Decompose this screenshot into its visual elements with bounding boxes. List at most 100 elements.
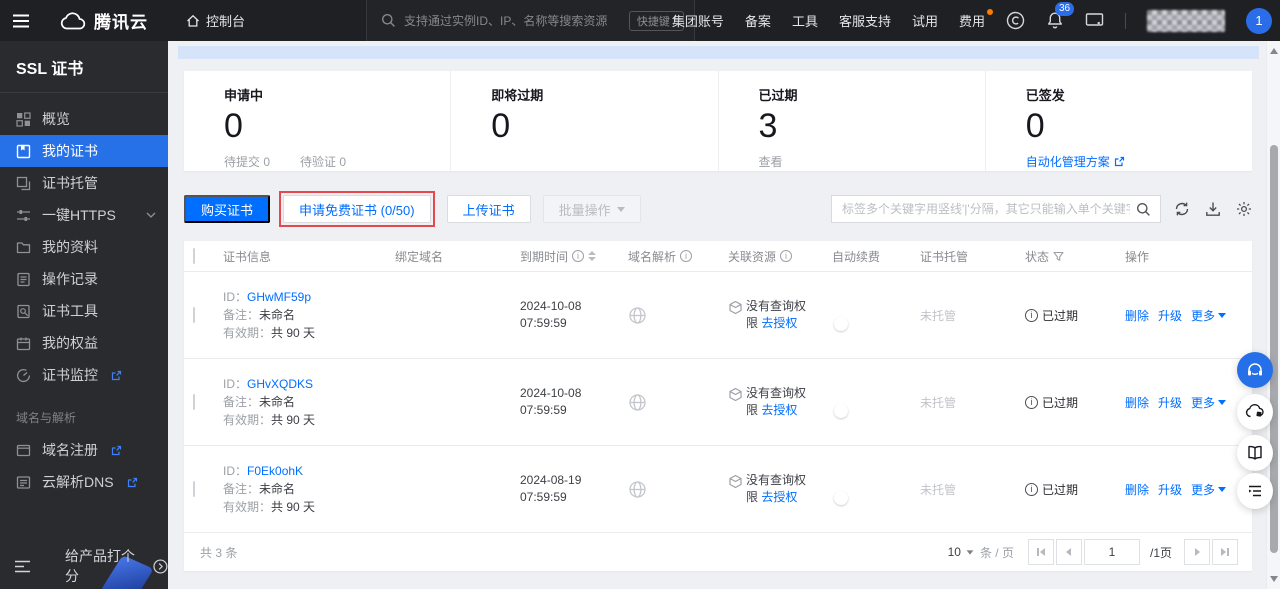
global-search-input[interactable] bbox=[404, 13, 621, 28]
more-link[interactable]: 更多 bbox=[1191, 307, 1227, 324]
console-link[interactable]: 控制台 bbox=[186, 11, 245, 30]
topbar: 腾讯云 控制台 快捷键 / 集团账号 备案 工具 客服支持 试用 费用 36 bbox=[0, 0, 1280, 41]
rate-product-link[interactable]: 给产品打个分 bbox=[65, 546, 168, 586]
stat-expired-value: 3 bbox=[758, 107, 778, 145]
benefits-icon bbox=[16, 336, 31, 351]
keyword-filter-input[interactable] bbox=[842, 202, 1130, 216]
buy-certificate-button[interactable]: 购买证书 bbox=[184, 195, 271, 223]
topnav-tools[interactable]: 工具 bbox=[792, 11, 818, 30]
dns-globe-icon[interactable] bbox=[628, 393, 647, 412]
view-expired-link[interactable]: 查看 bbox=[759, 153, 985, 170]
sidebar-item-operation-log[interactable]: 操作记录 bbox=[0, 263, 168, 295]
current-page-input[interactable]: 1 bbox=[1083, 539, 1140, 565]
delete-link[interactable]: 删除 bbox=[1125, 481, 1149, 498]
documentation-fab[interactable] bbox=[1237, 435, 1273, 471]
tencent-cloud-logo[interactable]: 腾讯云 bbox=[60, 8, 148, 33]
page-size-select[interactable]: 10 bbox=[948, 545, 974, 559]
topnav-billing[interactable]: 费用 bbox=[959, 9, 993, 30]
sidebar-item-domain-registration[interactable]: 域名注册 bbox=[0, 434, 168, 466]
billing-notification-dot bbox=[987, 9, 993, 15]
upgrade-link[interactable]: 升级 bbox=[1158, 481, 1182, 498]
automation-plan-link[interactable]: 自动化管理方案 bbox=[1026, 153, 1125, 170]
topnav-icp[interactable]: 备案 bbox=[745, 11, 771, 30]
dns-globe-icon[interactable] bbox=[628, 306, 647, 325]
status-info-icon: i bbox=[1025, 308, 1038, 322]
workbench-icon[interactable] bbox=[1085, 12, 1104, 29]
chevron-down-icon bbox=[966, 549, 974, 555]
certificate-id-link[interactable]: GHvXQDKS bbox=[247, 377, 313, 391]
collapse-sidebar-icon[interactable] bbox=[14, 560, 31, 573]
sidebar-item-my-benefits[interactable]: 我的权益 bbox=[0, 327, 168, 359]
chevron-down-icon bbox=[1218, 312, 1227, 318]
sort-icon[interactable] bbox=[588, 251, 597, 261]
settings-gear-icon[interactable] bbox=[1236, 201, 1252, 217]
remark-value: 未命名 bbox=[259, 308, 296, 322]
first-page-button[interactable] bbox=[1027, 539, 1054, 565]
scroll-down-arrow[interactable] bbox=[1270, 576, 1278, 582]
grant-auth-link[interactable]: 去授权 bbox=[761, 403, 797, 417]
prev-page-button[interactable] bbox=[1055, 539, 1082, 565]
notification-bell-icon[interactable]: 36 bbox=[1046, 2, 1075, 30]
stat-expired: 已过期 3 查看 bbox=[717, 71, 985, 171]
resource-icon bbox=[729, 474, 742, 489]
customer-service-fab[interactable] bbox=[1237, 352, 1273, 388]
topnav-group-account[interactable]: 集团账号 bbox=[672, 11, 724, 30]
delete-link[interactable]: 删除 bbox=[1125, 394, 1149, 411]
validity-value: 共 90 天 bbox=[271, 326, 316, 340]
last-page-button[interactable] bbox=[1212, 539, 1238, 565]
dns-globe-icon[interactable] bbox=[628, 480, 647, 499]
global-search: 快捷键 / bbox=[366, 0, 695, 41]
apply-free-certificate-button[interactable]: 申请免费证书 (0/50) bbox=[283, 195, 431, 223]
sidebar-item-overview[interactable]: 概览 bbox=[0, 103, 168, 135]
grant-auth-link[interactable]: 去授权 bbox=[761, 490, 797, 504]
feedback-fab[interactable] bbox=[1237, 394, 1273, 430]
grant-auth-link[interactable]: 去授权 bbox=[761, 316, 797, 330]
sidebar-item-one-click-https[interactable]: 一键HTTPS bbox=[0, 199, 168, 231]
row-checkbox[interactable] bbox=[193, 481, 195, 497]
sidebar-item-cert-hosting[interactable]: 证书托管 bbox=[0, 167, 168, 199]
table-row: ID：GHwMF59p 备注：未命名 有效期：共 90 天 2024-10-08… bbox=[184, 272, 1252, 359]
service-circle-icon[interactable] bbox=[1006, 11, 1025, 30]
hosting-status: 未托管 bbox=[920, 308, 957, 323]
vertical-scrollbar[interactable] bbox=[1266, 41, 1280, 589]
sidebar-footer: 给产品打个分 bbox=[0, 543, 168, 589]
hamburger-menu-icon[interactable] bbox=[0, 14, 44, 28]
sidebar-item-cert-monitor[interactable]: 证书监控 bbox=[0, 359, 168, 391]
next-page-button[interactable] bbox=[1184, 539, 1210, 565]
validity-value: 共 90 天 bbox=[271, 500, 316, 514]
info-icon[interactable]: i bbox=[680, 250, 693, 262]
info-icon[interactable]: i bbox=[572, 250, 585, 262]
upgrade-link[interactable]: 升级 bbox=[1158, 394, 1182, 411]
row-checkbox[interactable] bbox=[193, 394, 195, 410]
filter-funnel-icon[interactable] bbox=[1053, 251, 1064, 262]
more-link[interactable]: 更多 bbox=[1191, 394, 1227, 411]
info-icon[interactable]: i bbox=[780, 250, 793, 262]
stat-pending-submit: 待提交 0 bbox=[224, 155, 271, 170]
topnav-support[interactable]: 客服支持 bbox=[839, 11, 891, 30]
refresh-icon[interactable] bbox=[1174, 201, 1190, 217]
scroll-up-arrow[interactable] bbox=[1270, 48, 1278, 54]
highlight-red-box: 申请免费证书 (0/50) bbox=[279, 191, 435, 227]
sidebar-item-my-profile[interactable]: 我的资料 bbox=[0, 231, 168, 263]
total-count: 共 3 条 bbox=[200, 545, 238, 560]
certificate-id-link[interactable]: GHwMF59p bbox=[247, 290, 311, 304]
sidebar-item-dns[interactable]: 云解析DNS bbox=[0, 466, 168, 498]
search-icon[interactable] bbox=[1136, 202, 1151, 217]
delete-link[interactable]: 删除 bbox=[1125, 307, 1149, 324]
avatar[interactable]: 1 bbox=[1246, 7, 1272, 34]
download-icon[interactable] bbox=[1205, 201, 1221, 217]
status-badge: 已过期 bbox=[1042, 308, 1079, 323]
sidebar-item-cert-tools[interactable]: 证书工具 bbox=[0, 295, 168, 327]
sidebar-item-my-certificates[interactable]: 我的证书 bbox=[0, 135, 168, 167]
cloud-logo-icon bbox=[60, 11, 87, 30]
row-checkbox[interactable] bbox=[193, 307, 195, 323]
batch-operation-button[interactable]: 批量操作 bbox=[542, 195, 641, 223]
survey-fab[interactable] bbox=[1237, 473, 1273, 509]
stat-pending-value: 0 bbox=[224, 107, 243, 145]
topnav-trial[interactable]: 试用 bbox=[912, 11, 938, 30]
select-all-checkbox[interactable] bbox=[193, 248, 195, 264]
certificate-id-link[interactable]: F0Ek0ohK bbox=[247, 464, 303, 478]
upgrade-link[interactable]: 升级 bbox=[1158, 307, 1182, 324]
upload-certificate-button[interactable]: 上传证书 bbox=[446, 195, 531, 223]
more-link[interactable]: 更多 bbox=[1191, 481, 1227, 498]
